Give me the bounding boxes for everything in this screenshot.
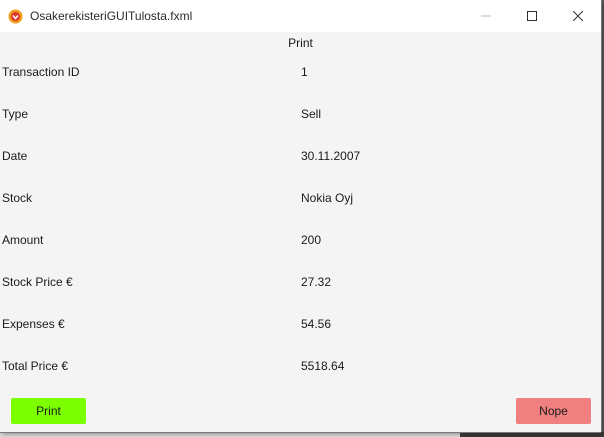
field-row-transaction-id: Transaction ID 1 [0,65,601,107]
field-value: Sell [301,107,322,121]
dialog-window: OsakerekisteriGUITulosta.fxml Print Tran… [0,0,601,432]
field-label: Total Price € [2,359,69,373]
field-row-date: Date 30.11.2007 [0,149,601,191]
field-row-type: Type Sell [0,107,601,149]
field-value: 200 [301,233,322,247]
field-label: Expenses € [2,317,65,331]
print-form: Print Transaction ID 1 Type Sell Date 30… [0,32,601,432]
nope-button[interactable]: Nope [516,398,591,424]
field-value: 27.32 [301,275,332,289]
maximize-button[interactable] [509,0,555,32]
maximize-icon [527,11,537,21]
field-row-amount: Amount 200 [0,233,601,275]
background-window [0,432,604,437]
field-label: Stock [2,191,33,205]
field-label: Stock Price € [2,275,73,289]
field-value: Nokia Oyj [301,191,354,205]
minimize-icon [481,15,491,17]
field-list: Transaction ID 1 Type Sell Date 30.11.20… [0,65,601,401]
form-heading: Print [288,36,313,50]
field-row-stock: Stock Nokia Oyj [0,191,601,233]
app-icon [8,9,23,24]
background-panel [460,432,604,437]
field-value: 5518.64 [301,359,345,373]
print-button[interactable]: Print [11,398,86,424]
field-row-expenses: Expenses € 54.56 [0,317,601,359]
field-label: Type [2,107,29,121]
minimize-button[interactable] [463,0,509,32]
window-title: OsakerekisteriGUITulosta.fxml [30,9,193,23]
close-button[interactable] [555,0,601,32]
field-row-total-price: Total Price € 5518.64 [0,359,601,401]
field-value: 1 [301,65,308,79]
field-label: Transaction ID [2,65,80,79]
close-icon [573,11,583,21]
field-value: 54.56 [301,317,332,331]
field-value: 30.11.2007 [301,149,361,163]
field-label: Date [2,149,28,163]
field-label: Amount [2,233,44,247]
field-row-stock-price: Stock Price € 27.32 [0,275,601,317]
title-bar[interactable]: OsakerekisteriGUITulosta.fxml [0,0,601,32]
